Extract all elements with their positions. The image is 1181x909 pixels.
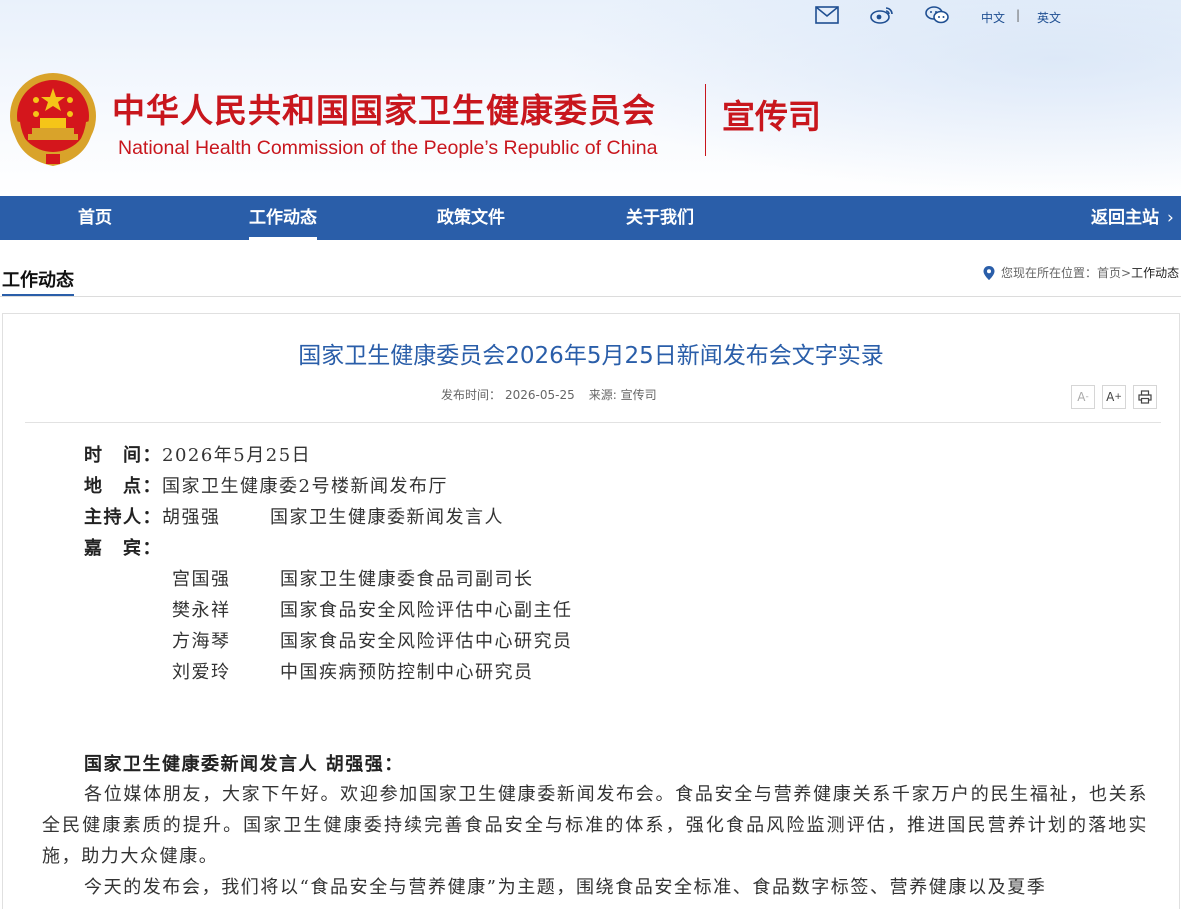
- lang-english-link[interactable]: 英文: [1037, 9, 1061, 26]
- article-meta: 发布时间： 2026-05-25 来源: 宣传司: [441, 386, 661, 403]
- article-divider: [25, 422, 1161, 423]
- guest-title: 中国疾病预防控制中心研究员: [280, 662, 534, 683]
- article-title: 国家卫生健康委员会2026年5月25日新闻发布会文字实录: [298, 343, 884, 369]
- source-label: 来源:: [588, 388, 621, 402]
- host-label: 主持人：: [84, 507, 162, 528]
- info-host: 主持人：胡强强 国家卫生健康委新闻发言人: [84, 503, 504, 529]
- print-icon: [1138, 390, 1152, 404]
- national-emblem-logo[interactable]: [6, 70, 100, 170]
- breadcrumb-label: 您现在所在位置：: [1001, 266, 1098, 280]
- back-to-main-site-label: 返回主站: [1091, 208, 1159, 228]
- guest-title: 国家卫生健康委食品司副司长: [280, 569, 534, 590]
- guest-row: 樊永祥 国家食品安全风险评估中心副主任: [172, 596, 573, 622]
- publish-date: 2026-05-25: [505, 388, 575, 402]
- publish-label: 发布时间：: [441, 388, 502, 402]
- article-paragraph: 今天的发布会，我们将以“食品安全与营养健康”为主题，围绕食品安全标准、食品数字标…: [84, 877, 1047, 898]
- section-title: 工作动态: [2, 266, 74, 296]
- main-nav: 首页 工作动态 政策文件 关于我们 返回主站 ›: [0, 196, 1181, 240]
- org-name-en: National Health Commission of the People…: [118, 137, 658, 159]
- org-name-cn: 中华人民共和国国家卫生健康委员会: [112, 91, 656, 130]
- info-time: 时 间：2026年5月25日: [84, 441, 311, 467]
- location-pin-icon: [983, 265, 995, 280]
- weibo-icon[interactable]: [870, 6, 894, 24]
- wechat-icon[interactable]: [925, 6, 949, 24]
- guest-title: 国家食品安全风险评估中心研究员: [280, 631, 573, 652]
- info-guests-label: 嘉 宾：: [84, 534, 162, 560]
- mail-icon[interactable]: [815, 6, 839, 24]
- time-value: 2026年5月25日: [162, 445, 312, 466]
- lang-chinese-link[interactable]: 中文: [981, 9, 1005, 26]
- guest-row: 刘爱玲 中国疾病预防控制中心研究员: [172, 658, 534, 684]
- chevron-right-icon: ›: [1167, 208, 1174, 228]
- title-divider: [705, 84, 706, 156]
- breadcrumb-current-link[interactable]: 工作动态: [1131, 264, 1179, 281]
- back-to-main-site-link[interactable]: 返回主站 ›: [1091, 196, 1174, 240]
- speaker-heading: 国家卫生健康委新闻发言人 胡强强：: [84, 754, 404, 775]
- guest-title: 国家食品安全风险评估中心副主任: [280, 600, 573, 621]
- info-place: 地 点：国家卫生健康委2号楼新闻发布厅: [84, 472, 448, 498]
- font-decrease-button[interactable]: A-: [1071, 385, 1095, 409]
- nav-item-policy-docs[interactable]: 政策文件: [437, 196, 505, 240]
- guest-row: 方海琴 国家食品安全风险评估中心研究员: [172, 627, 573, 653]
- guests-label: 嘉 宾：: [84, 538, 162, 559]
- breadcrumb: 您现在所在位置： 首页 > 工作动态: [983, 264, 1179, 281]
- guest-name: 宫国强: [172, 569, 231, 590]
- font-increase-button[interactable]: A +: [1102, 385, 1126, 409]
- print-button[interactable]: [1133, 385, 1157, 409]
- article-paragraph: 各位媒体朋友，大家下午好。欢迎参加国家卫生健康委新闻发布会。食品安全与营养健康关…: [42, 784, 1148, 867]
- lang-separator: |: [1016, 8, 1021, 22]
- time-label: 时 间：: [84, 445, 162, 466]
- breadcrumb-home-link[interactable]: 首页: [1097, 264, 1121, 281]
- nav-item-home[interactable]: 首页: [78, 196, 112, 240]
- host-name: 胡强强: [162, 507, 221, 528]
- guest-name: 刘爱玲: [172, 662, 231, 683]
- place-value: 国家卫生健康委2号楼新闻发布厅: [162, 476, 448, 497]
- source-value: 宣传司: [620, 388, 657, 402]
- section-divider: [0, 296, 1181, 297]
- article-tools: A- A +: [1071, 385, 1164, 409]
- breadcrumb-separator: >: [1121, 265, 1132, 280]
- nav-item-about-us[interactable]: 关于我们: [626, 196, 694, 240]
- nav-item-work-news[interactable]: 工作动态: [249, 196, 317, 240]
- guest-name: 樊永祥: [172, 600, 231, 621]
- place-label: 地 点：: [84, 476, 162, 497]
- site-header: 中文 | 英文 中华人民共和国国家卫生健康委员会 National Health…: [0, 0, 1181, 196]
- department-name: 宣传司: [722, 97, 821, 136]
- guest-row: 宫国强 国家卫生健康委食品司副司长: [172, 565, 534, 591]
- guest-name: 方海琴: [172, 631, 231, 652]
- host-title: 国家卫生健康委新闻发言人: [270, 507, 504, 528]
